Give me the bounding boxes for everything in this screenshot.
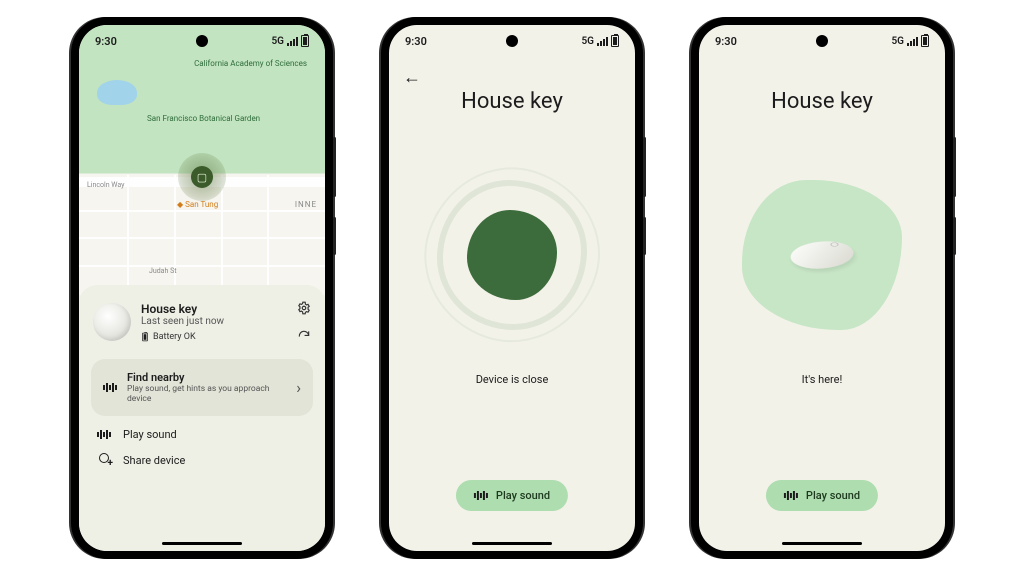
camera-hole [816, 35, 828, 47]
play-sound-button[interactable]: Play sound [456, 480, 568, 511]
home-indicator[interactable] [472, 542, 552, 545]
device-header-row: House key Last seen just now Battery OK [91, 297, 313, 353]
phone-frame-finder-here: 9:30 5G House key It's here! Play sound [691, 17, 953, 559]
play-sound-label: Play sound [123, 428, 177, 441]
back-button[interactable]: ← [403, 67, 421, 88]
battery-icon [921, 35, 929, 47]
chevron-right-icon: › [296, 378, 301, 397]
signal-icon [907, 37, 918, 46]
map-road-lincoln: Lincoln Way [87, 181, 124, 189]
find-nearby-subtitle: Play sound, get hints as you approach de… [127, 384, 286, 404]
play-sound-button[interactable]: Play sound [766, 480, 878, 511]
share-device-row[interactable]: Share device [91, 441, 313, 467]
device-last-seen: Last seen just now [141, 316, 224, 327]
map-poi-santung: ◆ San Tung [177, 200, 218, 209]
share-icon [97, 453, 111, 467]
device-bottom-sheet[interactable]: House key Last seen just now Battery OK [79, 285, 325, 551]
play-sound-row[interactable]: Play sound [91, 416, 313, 441]
battery-small-icon [142, 332, 148, 340]
device-location-pin[interactable]: ▢ [178, 153, 226, 201]
map-road-judah: Judah St [149, 267, 177, 275]
signal-icon [597, 37, 608, 46]
sound-wave-icon [474, 491, 488, 500]
status-network: 5G [891, 36, 904, 47]
home-indicator[interactable] [782, 542, 862, 545]
status-time: 9:30 [95, 35, 117, 48]
signal-icon [287, 37, 298, 46]
screen-map: 9:30 5G California Academy of Sciences S… [79, 25, 325, 551]
phone-frame-map: 9:30 5G California Academy of Sciences S… [71, 17, 333, 559]
status-time: 9:30 [405, 35, 427, 48]
finder-title: House key [699, 89, 945, 114]
device-pin-icon: ▢ [191, 166, 213, 188]
settings-icon[interactable] [297, 301, 311, 315]
home-indicator[interactable] [162, 542, 242, 545]
device-thumbnail [93, 303, 131, 341]
map-view[interactable]: California Academy of Sciences San Franc… [79, 25, 325, 295]
screen-finder-close: 9:30 5G ← House key Device is close Play… [389, 25, 635, 551]
map-poi-garden: San Francisco Botanical Garden [147, 115, 260, 124]
sound-wave-icon [103, 383, 117, 392]
status-network: 5G [271, 36, 284, 47]
proximity-status: It's here! [699, 373, 945, 386]
map-lake [97, 80, 137, 105]
find-nearby-title: Find nearby [127, 371, 286, 384]
sound-wave-icon [97, 430, 111, 439]
camera-hole [506, 35, 518, 47]
status-time: 9:30 [715, 35, 737, 48]
device-name: House key [141, 302, 224, 316]
battery-icon [301, 35, 309, 47]
share-device-label: Share device [123, 454, 185, 467]
battery-icon [611, 35, 619, 47]
found-blob-icon [742, 180, 902, 330]
screen-finder-here: 9:30 5G House key It's here! Play sound [699, 25, 945, 551]
play-sound-label: Play sound [806, 489, 860, 502]
map-poi-academy: California Academy of Sciences [194, 60, 307, 69]
phone-frame-finder-close: 9:30 5G ← House key Device is close Play… [381, 17, 643, 559]
tracker-tag-icon [784, 237, 860, 273]
camera-hole [196, 35, 208, 47]
device-battery: Battery OK [141, 331, 224, 343]
play-sound-label: Play sound [496, 489, 550, 502]
proximity-indicator [699, 180, 945, 330]
proximity-blob-icon [467, 210, 557, 300]
find-nearby-card[interactable]: Find nearby Play sound, get hints as you… [91, 359, 313, 416]
proximity-status: Device is close [389, 373, 635, 386]
status-network: 5G [581, 36, 594, 47]
map-district: INNE [295, 200, 317, 209]
sound-wave-icon [784, 491, 798, 500]
refresh-icon[interactable] [297, 329, 311, 343]
proximity-indicator [389, 180, 635, 330]
finder-title: House key [389, 89, 635, 114]
